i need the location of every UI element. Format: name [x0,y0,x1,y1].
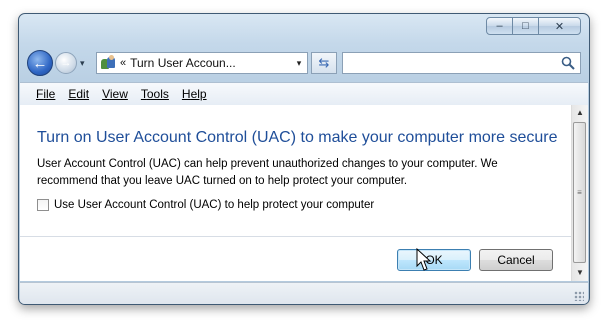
uac-settings-panel: Turn on User Account Control (UAC) to ma… [20,105,571,281]
uac-description: User Account Control (UAC) can help prev… [37,156,537,190]
recent-pages-dropdown[interactable]: ▾ [80,58,85,69]
forward-arrow-icon: → [60,57,72,69]
minimize-button[interactable]: – [486,17,513,35]
uac-checkbox[interactable] [37,199,49,211]
resize-grip-icon[interactable] [574,291,584,301]
window-controls: – □ ✕ [486,17,581,35]
vertical-scrollbar[interactable]: ▲ ≡ ▼ [571,105,588,281]
page-title: Turn on User Account Control (UAC) to ma… [37,129,558,146]
address-dropdown-icon[interactable]: ▾ [291,58,307,69]
menu-bar: File Edit View Tools Help [20,82,588,106]
close-button[interactable]: ✕ [538,17,581,35]
refresh-button[interactable]: ⇆ [311,52,337,74]
breadcrumb-current[interactable]: Turn User Accoun... [130,56,291,70]
search-input[interactable] [342,52,581,74]
description-line-2: recommend that you leave UAC turned on t… [37,175,408,187]
description-line-1: User Account Control (UAC) can help prev… [37,158,498,170]
ok-button[interactable]: OK [397,249,471,271]
navigation-bar: ← → ▾ « Turn User Accoun... ▾ ⇆ [27,50,581,76]
scroll-grip-icon: ≡ [577,188,582,197]
search-icon[interactable] [561,56,575,70]
button-divider [20,236,571,237]
scrollbar-thumb[interactable]: ≡ [573,122,586,263]
forward-button[interactable]: → [55,52,77,74]
scroll-up-arrow-icon[interactable]: ▲ [572,105,588,121]
maximize-button[interactable]: □ [512,17,539,35]
refresh-icon: ⇆ [318,55,330,70]
back-arrow-icon: ← [32,54,48,72]
uac-checkbox-label[interactable]: Use User Account Control (UAC) to help p… [54,199,374,211]
menu-file[interactable]: File [36,87,55,101]
users-icon [100,55,116,71]
scroll-down-arrow-icon[interactable]: ▼ [572,265,588,281]
back-button[interactable]: ← [27,50,53,76]
address-bar[interactable]: « Turn User Accoun... ▾ [96,52,308,74]
breadcrumb-overflow-chevron[interactable]: « [120,57,126,69]
menu-help[interactable]: Help [182,87,207,101]
explorer-window: – □ ✕ ← → ▾ « Turn User Accoun... ▾ ⇆ Fi… [18,13,590,305]
menu-tools[interactable]: Tools [141,87,169,101]
status-bar [20,282,588,304]
cancel-button[interactable]: Cancel [479,249,553,271]
uac-option-row[interactable]: Use User Account Control (UAC) to help p… [37,199,374,211]
mouse-pointer-icon [416,248,432,271]
menu-view[interactable]: View [102,87,128,101]
menu-edit[interactable]: Edit [68,87,89,101]
